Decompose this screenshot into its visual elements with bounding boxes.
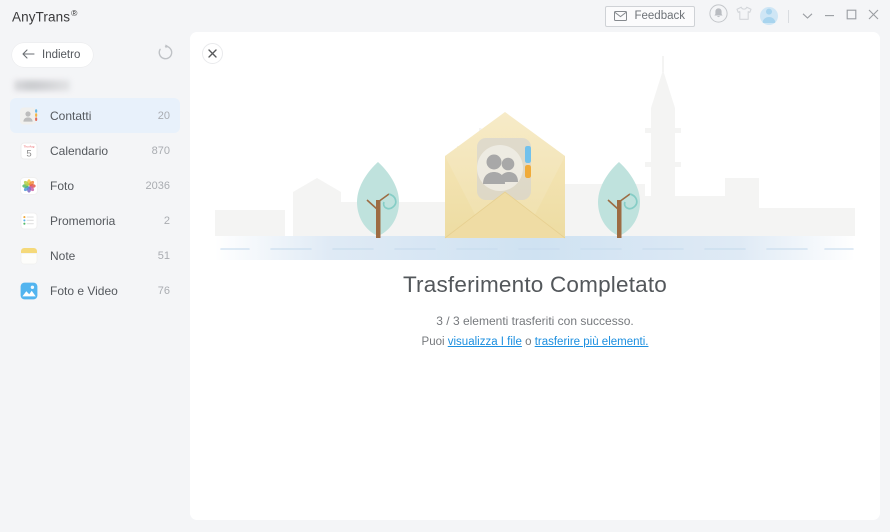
notifications-button[interactable] bbox=[705, 3, 731, 29]
sidebar-item-label: Contatti bbox=[50, 108, 92, 123]
sidebar-item-label: Calendario bbox=[50, 143, 109, 158]
close-icon bbox=[208, 45, 217, 63]
maximize-button[interactable] bbox=[840, 3, 862, 29]
title-bar: AnyTrans® Feedback bbox=[0, 0, 890, 32]
back-button[interactable]: Indietro bbox=[12, 43, 94, 67]
feedback-label: Feedback bbox=[634, 10, 685, 22]
minimize-icon bbox=[824, 7, 835, 25]
sidebar-top-bar: Indietro bbox=[0, 40, 190, 70]
bell-icon bbox=[708, 4, 728, 28]
sidebar-item-label: Promemoria bbox=[50, 213, 116, 228]
link-middle-text: o bbox=[521, 336, 535, 348]
more-button[interactable] bbox=[796, 3, 818, 29]
sidebar-item-count: 51 bbox=[157, 249, 170, 262]
notes-icon bbox=[19, 246, 39, 266]
sidebar-item-count: 2 bbox=[163, 214, 170, 227]
completion-content: Trasferimento Completato 3 / 3 elementi … bbox=[190, 32, 880, 520]
calendar-icon: Thu Aug 5 bbox=[19, 141, 39, 161]
sidebar-item-promemoria[interactable]: Promemoria 2 bbox=[10, 203, 180, 238]
sidebar-item-contatti[interactable]: Contatti 20 bbox=[10, 98, 180, 133]
reminders-icon bbox=[19, 211, 39, 231]
themes-button[interactable] bbox=[731, 3, 757, 29]
avatar-icon bbox=[760, 7, 778, 25]
registered-mark: ® bbox=[71, 7, 78, 18]
sidebar-item-count: 870 bbox=[151, 144, 170, 157]
sidebar-item-label: Foto bbox=[50, 178, 75, 193]
maximize-icon bbox=[846, 7, 857, 25]
sidebar-item-foto-e-video[interactable]: Foto e Video 76 bbox=[10, 273, 180, 308]
sidebar-item-foto[interactable]: Foto 2036 bbox=[10, 168, 180, 203]
tshirt-icon bbox=[735, 5, 753, 27]
svg-text:5: 5 bbox=[26, 148, 31, 159]
arrow-left-icon bbox=[22, 48, 35, 62]
account-button[interactable] bbox=[760, 7, 778, 25]
titlebar-controls: Feedback bbox=[605, 3, 884, 29]
road bbox=[215, 236, 855, 260]
envelope-contacts-city-illustration bbox=[215, 50, 855, 260]
sidebar-item-note[interactable]: Note 51 bbox=[10, 238, 180, 273]
photos-videos-icon bbox=[19, 281, 39, 301]
link-prefix-text: Puoi bbox=[421, 336, 448, 348]
app-title-text: AnyTrans bbox=[12, 9, 71, 25]
sidebar: Indietro Contatti 20 Thu Aug 5 Calendari… bbox=[0, 32, 190, 532]
transfer-status-text: 3 / 3 elementi trasferiti con successo. bbox=[436, 314, 634, 328]
sidebar-nav-list: Contatti 20 Thu Aug 5 Calendario 870 Fot… bbox=[0, 98, 190, 308]
sidebar-item-count: 76 bbox=[157, 284, 170, 297]
envelope bbox=[444, 112, 566, 239]
envelope-icon bbox=[614, 11, 628, 21]
window-close-button[interactable] bbox=[862, 3, 884, 29]
body-area: Indietro Contatti 20 Thu Aug 5 Calendari… bbox=[0, 32, 890, 532]
main-panel: Trasferimento Completato 3 / 3 elementi … bbox=[190, 32, 880, 520]
view-files-link[interactable]: visualizza I file bbox=[448, 336, 522, 348]
sidebar-item-label: Note bbox=[50, 248, 76, 263]
chevron-down-icon bbox=[802, 7, 813, 25]
feedback-button[interactable]: Feedback bbox=[605, 5, 695, 27]
sidebar-item-count: 20 bbox=[157, 109, 170, 122]
panel-close-button[interactable] bbox=[202, 43, 223, 64]
minimize-button[interactable] bbox=[818, 3, 840, 29]
main-wrap: Trasferimento Completato 3 / 3 elementi … bbox=[190, 32, 890, 532]
device-name-redacted bbox=[14, 80, 70, 91]
refresh-button[interactable] bbox=[154, 44, 176, 66]
sidebar-item-label: Foto e Video bbox=[50, 283, 118, 298]
action-links-line: Puoi visualizza I file o trasferire più … bbox=[422, 336, 649, 348]
contacts-icon bbox=[19, 106, 39, 126]
anytrans-window: AnyTrans® Feedback Indietro Contatti 20 … bbox=[0, 0, 890, 532]
app-title: AnyTrans® bbox=[12, 8, 77, 25]
contacts-card bbox=[477, 138, 531, 200]
close-icon bbox=[868, 7, 879, 25]
page-title: Trasferimento Completato bbox=[402, 272, 668, 297]
titlebar-divider bbox=[788, 9, 789, 23]
photos-icon bbox=[19, 176, 39, 196]
sidebar-item-count: 2036 bbox=[145, 179, 170, 192]
refresh-icon bbox=[157, 44, 174, 66]
back-label: Indietro bbox=[42, 49, 81, 61]
sidebar-item-calendario[interactable]: Thu Aug 5 Calendario 870 bbox=[10, 133, 180, 168]
transfer-more-link[interactable]: trasferire più elementi. bbox=[535, 336, 649, 348]
